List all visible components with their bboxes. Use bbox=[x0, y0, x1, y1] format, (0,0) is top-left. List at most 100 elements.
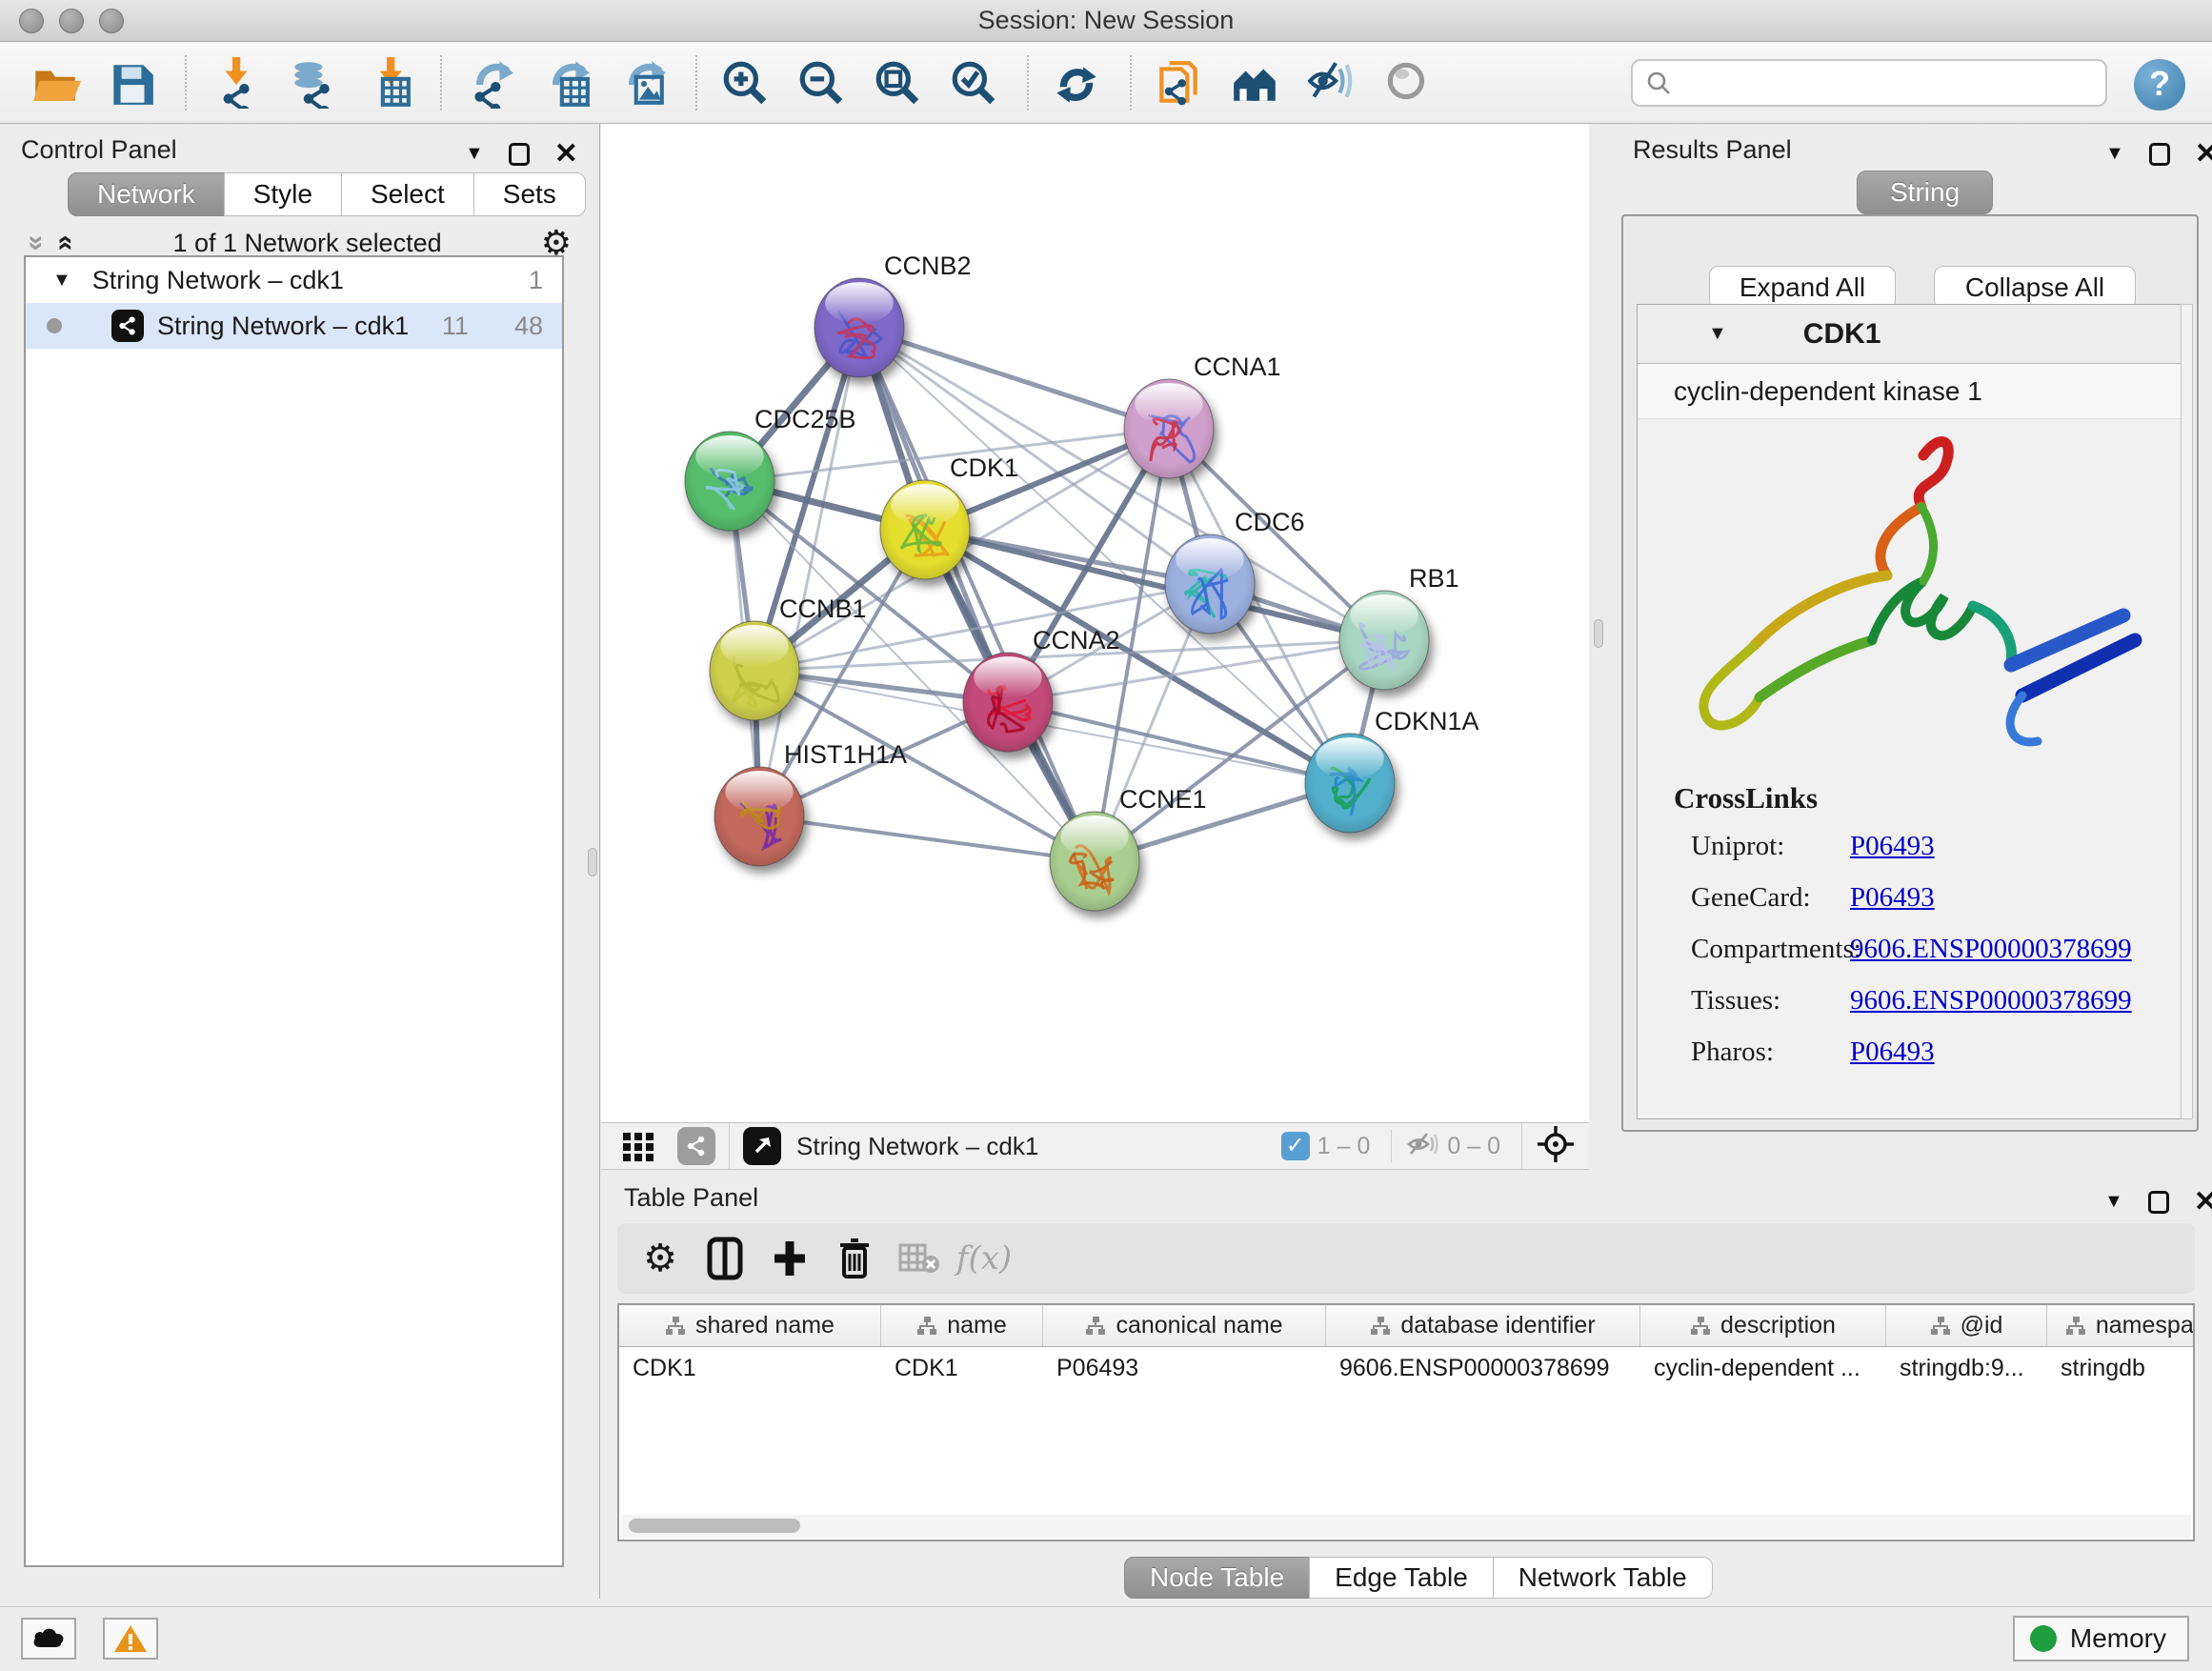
cell[interactable]: CDK1 bbox=[619, 1347, 881, 1389]
help-button[interactable]: ? bbox=[2134, 59, 2185, 111]
column-header-shared-name[interactable]: shared name bbox=[619, 1305, 881, 1346]
column-header-description[interactable]: description bbox=[1640, 1305, 1886, 1346]
network-share-icon[interactable] bbox=[677, 1127, 715, 1165]
left-splitter-grip[interactable] bbox=[588, 848, 597, 876]
results-float-icon[interactable] bbox=[2149, 143, 2170, 166]
network-canvas[interactable]: CCNB2CCNA1CDC25BCDK1CDC6RB1CCNB1CCNA2CDK… bbox=[601, 124, 1589, 1122]
tab-edge-table[interactable]: Edge Table bbox=[1309, 1557, 1494, 1599]
node-RB1[interactable]: RB1 bbox=[1339, 564, 1459, 690]
tab-style[interactable]: Style bbox=[224, 172, 342, 216]
import-database-button[interactable] bbox=[280, 52, 341, 113]
results-scrollbar[interactable] bbox=[2181, 304, 2193, 1119]
search-box[interactable] bbox=[1631, 59, 2107, 107]
tab-select[interactable]: Select bbox=[341, 172, 474, 216]
hidden-items-eye-icon[interactable] bbox=[1405, 1130, 1439, 1163]
table-hscrollbar[interactable] bbox=[621, 1515, 2191, 1538]
node-table[interactable]: shared name name canonical name database… bbox=[617, 1303, 2195, 1541]
collapse-all-chevron-icon[interactable]: » bbox=[20, 235, 52, 252]
edge-CDK1-RB1[interactable] bbox=[925, 530, 1384, 640]
column-header-name[interactable]: name bbox=[881, 1305, 1043, 1346]
zoom-out-button[interactable] bbox=[791, 52, 852, 113]
cell[interactable]: stringdb:9... bbox=[1886, 1347, 2047, 1389]
cell[interactable]: CDK1 bbox=[881, 1347, 1043, 1389]
window-close-light[interactable] bbox=[19, 9, 44, 33]
show-columns-icon[interactable] bbox=[699, 1233, 751, 1284]
grid-view-icon[interactable] bbox=[613, 1120, 664, 1172]
export-network-button[interactable] bbox=[459, 52, 520, 113]
selected-nodes-checkbox[interactable]: ✓ bbox=[1281, 1132, 1310, 1160]
node-CCNB1[interactable]: CCNB1 bbox=[710, 594, 867, 720]
zoom-fit-button[interactable] bbox=[867, 52, 928, 113]
search-input[interactable] bbox=[1682, 69, 2094, 98]
table-row[interactable]: CDK1CDK1P064939606.ENSP00000378699cyclin… bbox=[619, 1347, 2193, 1389]
cell[interactable]: cyclin-dependent ... bbox=[1640, 1347, 1886, 1389]
network-from-document-button[interactable] bbox=[1149, 52, 1210, 113]
export-image-button[interactable] bbox=[612, 52, 673, 113]
edge-CCNB2-CCNE1[interactable] bbox=[859, 328, 1095, 861]
tab-network[interactable]: Network bbox=[68, 172, 225, 216]
edge-CCNA2-CDKN1A[interactable] bbox=[1008, 702, 1350, 783]
warning-status-button[interactable] bbox=[103, 1618, 158, 1660]
tab-network-table[interactable]: Network Table bbox=[1493, 1557, 1713, 1599]
zoom-in-button[interactable] bbox=[714, 52, 775, 113]
preview-eye-button[interactable] bbox=[1377, 52, 1438, 113]
cell[interactable]: 9606.ENSP00000378699 bbox=[1326, 1347, 1640, 1389]
crosslink-link[interactable]: P06493 bbox=[1850, 882, 1935, 914]
cloud-status-button[interactable] bbox=[21, 1618, 76, 1660]
edge-HIST1H1A-CCNE1[interactable] bbox=[759, 816, 1095, 861]
window-minimize-light[interactable] bbox=[59, 9, 84, 33]
expand-all-chevron-icon[interactable]: « bbox=[50, 235, 82, 252]
panel-float-icon[interactable] bbox=[509, 143, 530, 166]
import-table-button[interactable] bbox=[356, 52, 417, 113]
delete-table-icon[interactable] bbox=[894, 1233, 945, 1284]
table-collapse-icon[interactable]: ▼ bbox=[2104, 1191, 2123, 1213]
import-network-button[interactable] bbox=[204, 52, 265, 113]
panel-collapse-icon[interactable]: ▼ bbox=[465, 143, 484, 165]
export-table-button[interactable] bbox=[535, 52, 596, 113]
cell[interactable]: P06493 bbox=[1043, 1347, 1326, 1389]
table-hscrollbar-thumb[interactable] bbox=[629, 1519, 800, 1533]
table-float-icon[interactable] bbox=[2148, 1191, 2169, 1214]
tab-node-table[interactable]: Node Table bbox=[1124, 1557, 1310, 1599]
tree-expander-icon[interactable]: ▼ bbox=[52, 270, 71, 292]
home-view-button[interactable] bbox=[1225, 52, 1286, 113]
node-HIST1H1A[interactable]: HIST1H1A bbox=[714, 740, 907, 866]
gene-section-header[interactable]: ▼ CDK1 bbox=[1638, 305, 2186, 364]
birdseye-crosshair-icon[interactable] bbox=[1536, 1124, 1576, 1169]
node-CCNA1[interactable]: CCNA1 bbox=[1124, 352, 1281, 478]
tab-sets[interactable]: Sets bbox=[473, 172, 586, 216]
create-column-plus-icon[interactable] bbox=[764, 1233, 815, 1284]
table-close-icon[interactable]: ✕ bbox=[2194, 1185, 2212, 1218]
column-header-database-identifier[interactable]: database identifier bbox=[1326, 1305, 1640, 1346]
column-header-@id[interactable]: @id bbox=[1886, 1305, 2047, 1346]
tab-string[interactable]: String bbox=[1857, 171, 1993, 214]
crosslink-link[interactable]: 9606.ENSP00000378699 bbox=[1850, 934, 2132, 965]
window-zoom-light[interactable] bbox=[99, 9, 124, 33]
column-header-canonical-name[interactable]: canonical name bbox=[1043, 1305, 1326, 1346]
results-collapse-icon[interactable]: ▼ bbox=[2105, 143, 2124, 165]
open-in-new-window-icon[interactable] bbox=[743, 1127, 781, 1165]
column-header-namespace[interactable]: namespace bbox=[2047, 1305, 2195, 1346]
table-settings-gear-icon[interactable]: ⚙ bbox=[634, 1233, 686, 1284]
node-CDKN1A[interactable]: CDKN1A bbox=[1305, 707, 1479, 833]
delete-column-trash-icon[interactable] bbox=[829, 1233, 880, 1284]
section-expander-icon[interactable]: ▼ bbox=[1708, 323, 1727, 345]
zoom-selected-button[interactable] bbox=[943, 52, 1004, 113]
crosslink-link[interactable]: P06493 bbox=[1850, 831, 1935, 862]
crosslink-link[interactable]: P06493 bbox=[1850, 1037, 1935, 1068]
node-CCNE1[interactable]: CCNE1 bbox=[1050, 785, 1207, 911]
node-CDK1[interactable]: CDK1 bbox=[880, 453, 1018, 579]
memory-button[interactable]: Memory bbox=[2013, 1616, 2189, 1661]
panel-close-icon[interactable]: ✕ bbox=[554, 137, 578, 171]
results-close-icon[interactable]: ✕ bbox=[2195, 137, 2212, 171]
hide-show-graphics-button[interactable] bbox=[1301, 52, 1362, 113]
crosslink-link[interactable]: 9606.ENSP00000378699 bbox=[1850, 985, 2132, 1017]
save-session-button[interactable] bbox=[101, 52, 162, 113]
right-splitter-grip[interactable] bbox=[1594, 619, 1603, 648]
network-collection-row[interactable]: ▼ String Network – cdk1 1 bbox=[26, 257, 562, 303]
network-row-selected[interactable]: String Network – cdk1 11 48 bbox=[26, 303, 562, 349]
refresh-view-button[interactable] bbox=[1046, 52, 1107, 113]
edge-CCNB2-CCNA1[interactable] bbox=[859, 328, 1169, 429]
cell[interactable]: stringdb bbox=[2047, 1347, 2195, 1389]
function-builder-icon[interactable]: f(x) bbox=[958, 1233, 1010, 1284]
